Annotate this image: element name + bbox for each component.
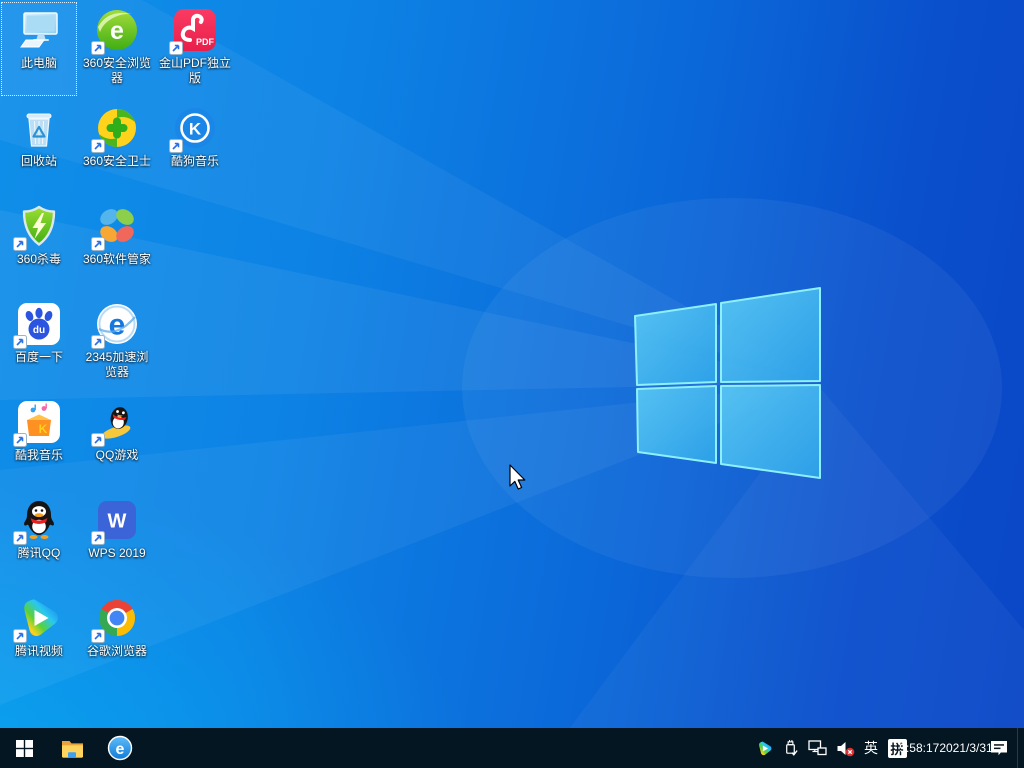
desktop-icon-360-antivirus[interactable]: 360杀毒	[1, 198, 77, 292]
desktop[interactable]: 此电脑 e 360安全浏览器 PDF 金山PDF独立版	[0, 0, 1024, 768]
desktop-icon-kuwo-music[interactable]: K 酷我音乐	[1, 394, 77, 488]
kuwo-music-icon: K	[16, 399, 62, 445]
file-explorer-icon	[61, 739, 84, 758]
desktop-icon-360-browser[interactable]: e 360安全浏览器	[79, 2, 155, 96]
360-security-guard-icon	[94, 105, 140, 151]
svg-text:PDF: PDF	[196, 37, 215, 47]
shortcut-arrow-overlay	[91, 629, 105, 643]
shortcut-arrow-overlay	[91, 335, 105, 349]
desktop-icon-this-pc[interactable]: 此电脑	[1, 2, 77, 96]
desktop-icon-kingsoft-pdf[interactable]: PDF 金山PDF独立版	[157, 2, 233, 96]
desktop-icon-chrome[interactable]: 谷歌浏览器	[79, 590, 155, 684]
shortcut-arrow-overlay	[169, 41, 183, 55]
desktop-icon-2345-browser[interactable]: e 2345加速浏览器	[79, 296, 155, 390]
shortcut-arrow-overlay	[91, 433, 105, 447]
desktop-icon-wps-2019[interactable]: W WPS 2019	[79, 492, 155, 586]
shortcut-arrow-overlay	[13, 237, 27, 251]
desktop-icon-label: 酷狗音乐	[157, 154, 233, 169]
svg-text:du: du	[33, 325, 45, 336]
desktop-icon-360-software-manager[interactable]: 360软件管家	[79, 198, 155, 292]
clock-time: 9:58:17	[899, 742, 939, 755]
usb-safely-remove-icon[interactable]	[777, 728, 803, 768]
windows-start-icon	[16, 740, 33, 757]
tencent-video-icon	[16, 595, 62, 641]
desktop-icon-label: 360软件管家	[79, 252, 155, 267]
kugou-music-icon: K	[172, 105, 218, 151]
desktop-icon-tencent-video[interactable]: 腾讯视频	[1, 590, 77, 684]
svg-text:W: W	[108, 511, 127, 533]
desktop-icon-label: 此电脑	[1, 56, 77, 71]
start-button[interactable]	[0, 728, 48, 768]
desktop-icon-label: 金山PDF独立版	[157, 56, 233, 86]
browser-e-icon: e	[107, 735, 133, 761]
desktop-icon-label: 360杀毒	[1, 252, 77, 267]
desktop-icon-label: 回收站	[1, 154, 77, 169]
shortcut-arrow-overlay	[91, 139, 105, 153]
2345-browser-icon: e	[94, 301, 140, 347]
desktop-icon-label: 2345加速浏览器	[79, 350, 155, 380]
action-center-button[interactable]	[981, 728, 1017, 768]
shortcut-arrow-overlay	[13, 531, 27, 545]
desktop-icon-label: 腾讯视频	[1, 644, 77, 659]
svg-text:K: K	[189, 120, 202, 139]
taskbar-clock[interactable]: 9:58:17 2021/3/31	[911, 728, 981, 768]
desktop-icon-label: WPS 2019	[79, 546, 155, 561]
svg-text:e: e	[110, 17, 124, 45]
desktop-icon-recycle-bin[interactable]: 回收站	[1, 100, 77, 194]
360-safe-browser-icon: e	[94, 7, 140, 53]
baidu-paw-icon: du	[16, 301, 62, 347]
network-icon[interactable]	[803, 728, 831, 768]
mouse-cursor-arrow	[509, 464, 531, 494]
shortcut-arrow-overlay	[91, 41, 105, 55]
show-desktop-button[interactable]	[1017, 728, 1024, 768]
kingsoft-pdf-icon: PDF	[172, 7, 218, 53]
taskbar: e	[0, 728, 1024, 768]
this-pc-icon	[16, 7, 62, 53]
shortcut-arrow-overlay	[13, 335, 27, 349]
taskbar-browser-button[interactable]: e	[96, 728, 144, 768]
desktop-icon-360-safe[interactable]: 360安全卫士	[79, 100, 155, 194]
desktop-icon-kugou-music[interactable]: K 酷狗音乐	[157, 100, 233, 194]
chrome-icon	[94, 595, 140, 641]
tencent-qq-icon	[16, 497, 62, 543]
desktop-icon-label: QQ游戏	[79, 448, 155, 463]
desktop-icon-label: 腾讯QQ	[1, 546, 77, 561]
desktop-icon-label: 360安全浏览器	[79, 56, 155, 86]
shortcut-arrow-overlay	[91, 237, 105, 251]
wps-2019-icon: W	[94, 497, 140, 543]
shortcut-arrow-overlay	[13, 629, 27, 643]
desktop-icon-tencent-qq[interactable]: 腾讯QQ	[1, 492, 77, 586]
recycle-bin-icon	[16, 105, 62, 151]
shortcut-arrow-overlay	[169, 139, 183, 153]
file-explorer-button[interactable]	[48, 728, 96, 768]
360-antivirus-shield-icon	[16, 203, 62, 249]
desktop-icon-label: 360安全卫士	[79, 154, 155, 169]
shortcut-arrow-overlay	[13, 433, 27, 447]
desktop-icon-label: 谷歌浏览器	[79, 644, 155, 659]
desktop-icon-baidu[interactable]: du 百度一下	[1, 296, 77, 390]
qq-games-icon	[94, 399, 140, 445]
svg-text:e: e	[109, 309, 126, 342]
svg-text:e: e	[116, 741, 125, 758]
tencent-video-tray-icon[interactable]	[751, 728, 777, 768]
desktop-icon-label: 酷我音乐	[1, 448, 77, 463]
desktop-icon-qq-games[interactable]: QQ游戏	[79, 394, 155, 488]
svg-text:K: K	[39, 422, 48, 436]
shortcut-arrow-overlay	[91, 531, 105, 545]
system-tray: 英 拼 9:58:17 2021/3/31	[751, 728, 1024, 768]
desktop-icon-label: 百度一下	[1, 350, 77, 365]
language-indicator[interactable]: 英	[859, 728, 883, 768]
volume-muted-icon[interactable]	[831, 728, 859, 768]
action-center-icon	[989, 739, 1009, 758]
360-software-manager-icon	[94, 203, 140, 249]
